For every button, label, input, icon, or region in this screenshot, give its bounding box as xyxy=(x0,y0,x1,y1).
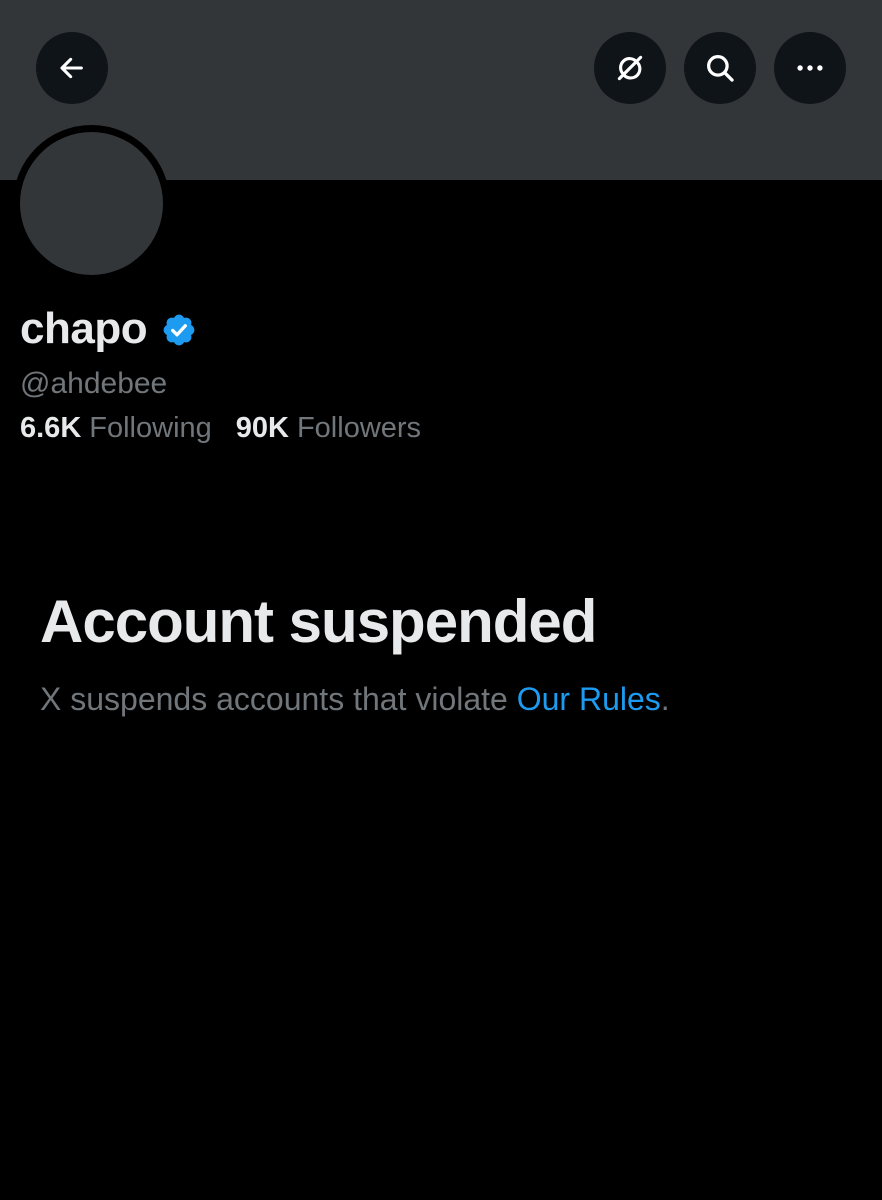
back-arrow-icon xyxy=(60,57,83,79)
suspension-title: Account suspended xyxy=(40,588,597,655)
grok-icon xyxy=(617,55,643,81)
suspension-message-suffix: . xyxy=(660,681,670,717)
search-icon xyxy=(707,55,734,82)
grok-button[interactable] xyxy=(594,32,666,104)
suspension-message: X suspends accounts that violate Our Rul… xyxy=(40,678,860,720)
our-rules-link[interactable]: Our Rules xyxy=(517,681,661,717)
user-handle: @ahdebee xyxy=(20,367,168,400)
profile-stats: 6.6K Following 90K Followers xyxy=(20,408,860,448)
suspension-notice: Account suspended X suspends accounts th… xyxy=(40,584,860,720)
avatar-placeholder xyxy=(20,132,163,275)
search-button[interactable] xyxy=(684,32,756,104)
name-row: chapo xyxy=(20,300,860,358)
suspension-message-prefix: X suspends accounts that violate xyxy=(40,681,517,717)
following-label: Following xyxy=(89,412,212,444)
profile-page: chapo @ahdebee 6.6K Following 90K Follow… xyxy=(0,0,882,1200)
followers-count: 90K xyxy=(235,412,289,444)
followers-label: Followers xyxy=(296,412,422,444)
more-icon xyxy=(797,65,823,71)
avatar xyxy=(13,125,170,282)
followers-link[interactable]: 90K Followers xyxy=(236,408,421,448)
more-options-button[interactable] xyxy=(774,32,846,104)
following-link[interactable]: 6.6K Following xyxy=(20,408,212,448)
back-button[interactable] xyxy=(36,32,108,104)
verified-badge-icon[interactable] xyxy=(161,312,197,348)
following-count: 6.6K xyxy=(20,412,82,444)
display-name: chapo xyxy=(20,304,148,353)
profile-info: chapo @ahdebee 6.6K Following 90K Follow… xyxy=(20,300,860,448)
